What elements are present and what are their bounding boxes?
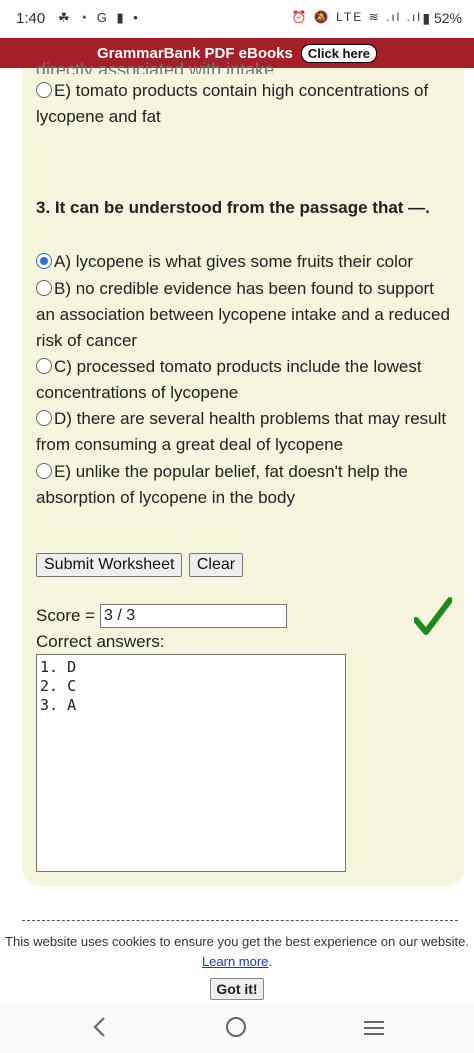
check-icon: [414, 597, 452, 635]
status-bar: 1:40 ☘ ◔ G ▮ • ⏰ 🔕 LTE ≋ .ıl .ıl ▮ 52%: [0, 0, 474, 38]
cookie-suffix: .: [268, 954, 273, 969]
worksheet-actions: Submit Worksheet Clear: [36, 553, 245, 577]
notification-icons: ☘ ◔ G ▮ •: [58, 10, 141, 25]
question-3-title: 3. It can be understood from the passage…: [36, 198, 430, 217]
option-c-label: C) processed tomato products include the…: [36, 357, 422, 402]
radio-prev-e[interactable]: [36, 82, 52, 98]
navigation-bar: [0, 1002, 474, 1053]
option-e[interactable]: E) unlike the popular belief, fat doesn'…: [36, 459, 456, 511]
option-b-label: B) no credible evidence has been found t…: [36, 279, 450, 350]
radio-option-a[interactable]: [36, 253, 52, 269]
worksheet-card: directly associated with intake E) tomat…: [22, 60, 464, 886]
option-d-label: D) there are several health problems tha…: [36, 409, 447, 454]
submit-worksheet-button[interactable]: Submit Worksheet: [36, 553, 183, 577]
correct-answers-label: Correct answers:: [36, 632, 165, 651]
radio-option-c[interactable]: [36, 358, 52, 374]
score-field[interactable]: 3 / 3: [100, 604, 287, 628]
divider: [22, 920, 458, 921]
home-icon[interactable]: [226, 1017, 246, 1037]
option-c[interactable]: C) processed tomato products include the…: [36, 354, 456, 406]
option-a-label: A) lycopene is what gives some fruits th…: [54, 252, 414, 271]
option-b[interactable]: B) no credible evidence has been found t…: [36, 276, 456, 354]
system-icons: ⏰ 🔕 LTE ≋ .ıl .ıl: [291, 10, 422, 24]
option-e-label: E) unlike the popular belief, fat doesn'…: [36, 462, 408, 507]
learn-more-link[interactable]: Learn more: [202, 954, 268, 969]
cookie-message: This website uses cookies to ensure you …: [0, 928, 474, 972]
back-icon[interactable]: [92, 1016, 108, 1038]
recents-menu-icon[interactable]: [364, 1020, 384, 1036]
clear-button[interactable]: Clear: [188, 553, 244, 577]
option-a[interactable]: A) lycopene is what gives some fruits th…: [36, 249, 456, 275]
banner-title: GrammarBank PDF eBooks: [96, 44, 293, 62]
cookie-text: This website uses cookies to ensure you …: [5, 934, 469, 949]
radio-option-d[interactable]: [36, 410, 52, 426]
prev-option-e-label: E) tomato products contain high concentr…: [36, 81, 429, 126]
score-label: Score =: [36, 606, 96, 625]
cookie-banner: This website uses cookies to ensure you …: [0, 928, 474, 1002]
option-d[interactable]: D) there are several health problems tha…: [36, 406, 456, 458]
radio-option-b[interactable]: [36, 280, 52, 296]
battery-icon: ▮ 52%: [422, 10, 462, 26]
status-time: 1:40: [16, 10, 46, 27]
radio-option-e[interactable]: [36, 463, 52, 479]
partial-option-text: directly associated with intake: [36, 60, 275, 74]
correct-answers-textarea[interactable]: 1. D 2. C 3. A: [36, 654, 346, 872]
got-it-button[interactable]: Got it!: [210, 978, 264, 1000]
prev-option-e[interactable]: E) tomato products contain high concentr…: [36, 78, 456, 130]
